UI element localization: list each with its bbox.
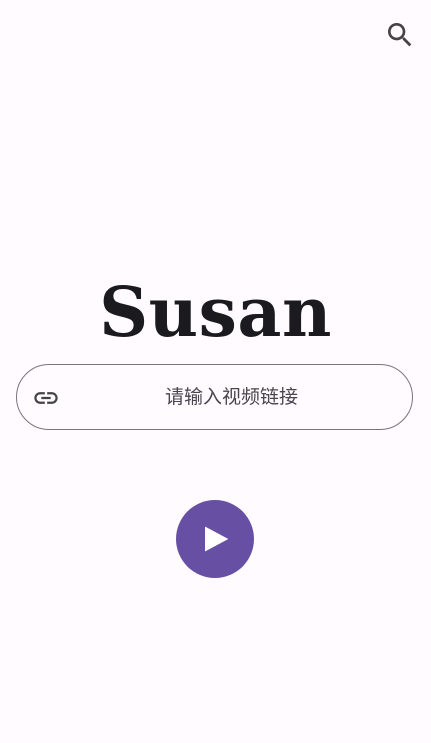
play-button[interactable] <box>176 500 254 578</box>
link-icon <box>32 384 60 412</box>
play-icon <box>205 526 229 552</box>
video-url-input[interactable] <box>73 365 390 429</box>
video-url-field[interactable] <box>16 364 413 430</box>
app-title: Susan <box>99 273 332 353</box>
search-button[interactable] <box>380 15 420 55</box>
search-icon <box>388 23 412 47</box>
